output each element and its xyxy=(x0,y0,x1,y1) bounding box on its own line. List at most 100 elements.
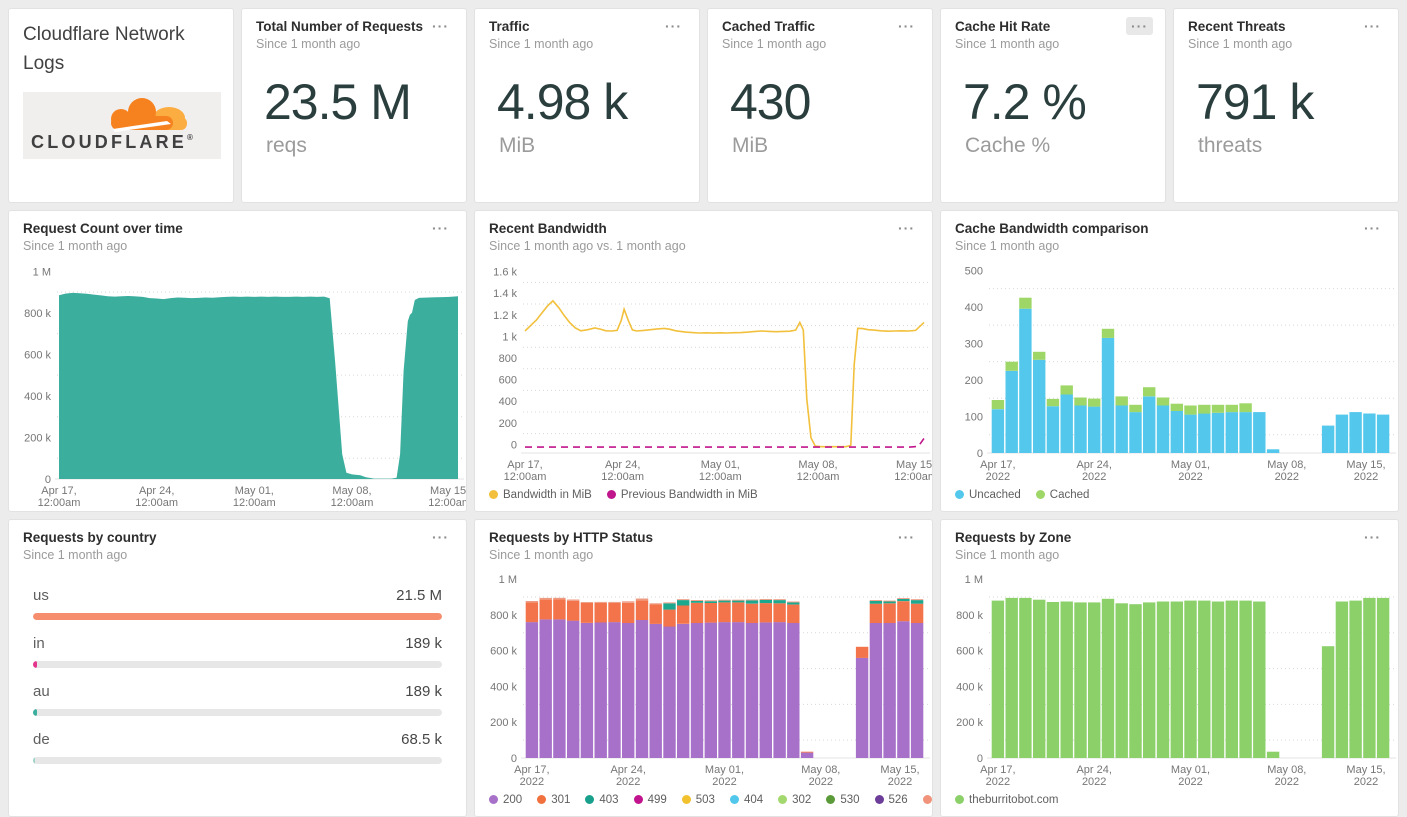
svg-text:2022: 2022 xyxy=(1082,471,1106,483)
svg-text:1 k: 1 k xyxy=(502,331,517,343)
cache-bandwidth-chart[interactable]: 500 400 300 200 100 0 Apr 17, 2022 Apr 24, 2022 Ma… xyxy=(941,253,1398,485)
svg-text:Apr 24,: Apr 24, xyxy=(1076,764,1111,776)
panel-recent-bandwidth: Recent Bandwidth Since 1 month ago vs. 1… xyxy=(474,210,933,512)
svg-text:2022: 2022 xyxy=(1082,776,1106,788)
panel-menu-icon[interactable]: ··· xyxy=(427,219,454,237)
svg-text:May 01,: May 01, xyxy=(1171,764,1210,776)
http-status-chart[interactable]: 1 M 800 k 600 k 400 k 200 k 0 Apr 17, 2022 Apr 2… xyxy=(475,562,932,790)
panel-menu-icon[interactable]: ··· xyxy=(1359,17,1386,35)
country-value: 189 k xyxy=(405,635,442,652)
country-value: 21.5 M xyxy=(396,587,442,604)
svg-text:1 M: 1 M xyxy=(965,574,983,586)
stat-unit: Cache % xyxy=(965,134,1051,157)
panel-subtitle: Since 1 month ago xyxy=(955,548,1060,562)
legend-item[interactable]: Cached xyxy=(1035,489,1089,501)
svg-text:800: 800 xyxy=(499,353,517,365)
legend-item[interactable]: 404 xyxy=(729,794,763,806)
panel-title: Cache Hit Rate xyxy=(955,19,1051,34)
stat-unit: reqs xyxy=(266,134,307,157)
country-gauge-list: us 21.5 M in 189 k au 189 k de 68.5 k xyxy=(9,562,466,764)
country-bar-track xyxy=(33,613,442,620)
legend-item[interactable]: 403 xyxy=(585,794,619,806)
legend-item[interactable]: 499 xyxy=(633,794,667,806)
svg-text:May 08,: May 08, xyxy=(801,764,840,776)
legend-color-dot xyxy=(633,795,643,804)
panel-menu-icon[interactable]: ··· xyxy=(893,528,920,546)
panel-cache-hit-rate: Cache Hit Rate Since 1 month ago ··· 7.2… xyxy=(940,8,1166,203)
panel-menu-icon[interactable]: ··· xyxy=(427,528,454,546)
panel-subtitle: Since 1 month ago vs. 1 month ago xyxy=(489,239,686,253)
panel-menu-icon[interactable]: ··· xyxy=(1126,17,1153,35)
legend-item[interactable]: 301 xyxy=(537,794,570,806)
svg-text:May 01,: May 01, xyxy=(701,459,740,471)
zone-chart[interactable]: 1 M 800 k 600 k 400 k 200 k 0 Apr 17, 2022 Apr 2… xyxy=(941,562,1398,790)
panel-cached-traffic: Cached Traffic Since 1 month ago ··· 430… xyxy=(707,8,933,203)
panel-subtitle: Since 1 month ago xyxy=(256,37,361,51)
legend-color-dot xyxy=(778,795,788,804)
svg-text:600 k: 600 k xyxy=(24,349,51,361)
svg-text:2022: 2022 xyxy=(1354,471,1378,483)
panel-title: Request Count over time xyxy=(23,221,183,236)
svg-text:2022: 2022 xyxy=(1178,776,1202,788)
legend-item[interactable]: 524 xyxy=(922,794,932,806)
svg-text:100: 100 xyxy=(965,411,983,423)
panel-menu-icon[interactable]: ··· xyxy=(893,17,920,35)
panel-title: Requests by Zone xyxy=(955,530,1072,545)
stat-value: 23.5 M xyxy=(264,74,412,130)
cloudflare-logo: CLOUDFLARE® xyxy=(23,92,221,159)
dashboard-title: Cloudflare Network Logs xyxy=(23,24,185,74)
svg-text:400 k: 400 k xyxy=(956,681,983,693)
panel-menu-icon[interactable]: ··· xyxy=(1359,528,1386,546)
svg-text:400 k: 400 k xyxy=(24,391,51,403)
legend-item[interactable]: 530 xyxy=(826,794,860,806)
legend-label: 302 xyxy=(792,794,812,806)
legend-item[interactable]: Bandwidth in MiB xyxy=(489,489,592,501)
panel-subtitle: Since 1 month ago xyxy=(23,239,128,253)
svg-text:400 k: 400 k xyxy=(490,681,517,693)
panel-title: Recent Bandwidth xyxy=(489,221,607,236)
panel-total-requests: Total Number of Requests Since 1 month a… xyxy=(241,8,467,203)
panel-menu-icon[interactable]: ··· xyxy=(1359,219,1386,237)
cloudflare-logo-image: CLOUDFLARE® xyxy=(31,98,196,152)
request-count-chart[interactable]: 1 M 800 k 600 k 400 k 200 k 0 Apr 17, 12:00am Ap… xyxy=(9,253,466,511)
cloudflare-logo-text: CLOUDFLARE® xyxy=(31,132,196,150)
legend-label: 530 xyxy=(840,794,860,806)
svg-text:200: 200 xyxy=(499,418,517,430)
panel-traffic: Traffic Since 1 month ago ··· 4.98 k MiB xyxy=(474,8,700,203)
legend-label: Uncached xyxy=(969,489,1021,501)
panel-cache-bandwidth: Cache Bandwidth comparison Since 1 month… xyxy=(940,210,1399,512)
legend-color-dot xyxy=(955,795,964,804)
legend-label: Previous Bandwidth in MiB xyxy=(620,489,758,501)
panel-menu-icon[interactable]: ··· xyxy=(427,17,454,35)
legend-color-dot xyxy=(874,795,884,804)
svg-text:800 k: 800 k xyxy=(490,610,517,622)
svg-text:May 15,: May 15, xyxy=(430,485,466,497)
panel-menu-icon[interactable]: ··· xyxy=(660,17,687,35)
legend-item[interactable]: 503 xyxy=(681,794,715,806)
svg-text:12:00am: 12:00am xyxy=(428,497,466,509)
country-bar-fill xyxy=(33,613,442,620)
legend-label: 499 xyxy=(647,794,667,806)
legend-item[interactable]: Uncached xyxy=(955,489,1021,501)
svg-text:May 15,: May 15, xyxy=(1346,764,1385,776)
svg-text:12:00am: 12:00am xyxy=(135,497,178,509)
svg-text:1.6 k: 1.6 k xyxy=(493,267,517,279)
svg-text:May 08,: May 08, xyxy=(798,459,837,471)
legend-item[interactable]: 200 xyxy=(489,794,522,806)
country-row: in 189 k xyxy=(33,635,442,668)
svg-text:May 15,: May 15, xyxy=(896,459,932,471)
recent-bandwidth-chart[interactable]: 1.6 k 1.4 k 1.2 k1 k 800 600 400 200 0 Apr 17, 12… xyxy=(475,253,932,485)
legend-item[interactable]: 526 xyxy=(874,794,908,806)
legend-item[interactable]: Previous Bandwidth in MiB xyxy=(606,489,758,501)
legend-item[interactable]: theburritobot.com xyxy=(955,794,1059,806)
country-row: au 189 k xyxy=(33,683,442,716)
legend-item[interactable]: 302 xyxy=(778,794,811,806)
panel-menu-icon[interactable]: ··· xyxy=(893,219,920,237)
svg-text:May 15,: May 15, xyxy=(1346,459,1385,471)
chart-legend: Uncached Cached xyxy=(941,485,1398,511)
svg-text:600 k: 600 k xyxy=(956,646,983,658)
svg-text:Apr 17,: Apr 17, xyxy=(980,459,1015,471)
legend-color-dot xyxy=(489,490,498,499)
panel-subtitle: Since 1 month ago xyxy=(23,548,128,562)
panel-title: Cached Traffic xyxy=(722,19,816,34)
